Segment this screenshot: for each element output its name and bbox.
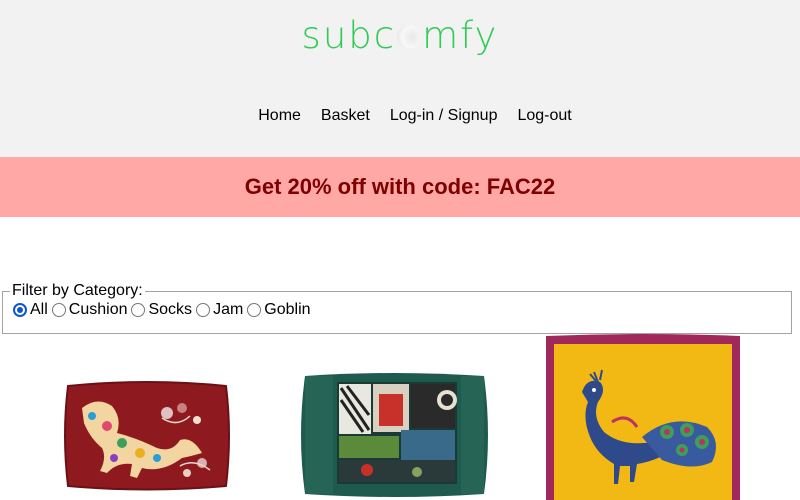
filter-label-socks: Socks: [148, 301, 193, 318]
filter-option-jam[interactable]: Jam: [196, 301, 243, 319]
logo-moon-icon: [397, 25, 422, 49]
radio-cushion[interactable]: [51, 303, 66, 317]
product-card-1[interactable]: [62, 378, 232, 493]
filter-legend: Filter by Category:: [12, 282, 143, 299]
filter-label-goblin: Goblin: [264, 301, 311, 318]
category-filter: Filter by Category: All Cushion Socks Ja…: [2, 282, 792, 334]
red-tiger-cushion-image[interactable]: [62, 378, 232, 493]
radio-socks[interactable]: [131, 303, 146, 317]
filter-options: All Cushion Socks Jam Goblin: [13, 301, 781, 319]
filter-option-all[interactable]: All: [13, 301, 48, 319]
peacock-cushion-image[interactable]: [542, 332, 744, 500]
filter-label-jam: Jam: [213, 301, 244, 318]
site-header: subc mfy Home Basket Log-in / Signup Log-…: [0, 0, 800, 157]
product-card-3[interactable]: [542, 332, 744, 500]
promo-text: Get 20% off with code: FAC22: [244, 174, 556, 199]
radio-goblin[interactable]: [247, 303, 262, 317]
main-nav: Home Basket Log-in / Signup Log-out: [0, 107, 800, 125]
filter-option-socks[interactable]: Socks: [131, 301, 192, 319]
patchwork-cushion-image[interactable]: [297, 370, 492, 500]
promo-banner: Get 20% off with code: FAC22: [0, 157, 800, 217]
filter-option-cushion[interactable]: Cushion: [51, 301, 128, 319]
nav-basket-link[interactable]: Basket: [321, 107, 370, 125]
logo-text-left: subc: [301, 14, 397, 57]
nav-login-signup-link[interactable]: Log-in / Signup: [390, 107, 498, 125]
filter-option-goblin[interactable]: Goblin: [247, 301, 311, 319]
filter-label-all: All: [30, 301, 48, 318]
logo-text-right: mfy: [422, 14, 499, 57]
nav-logout-link[interactable]: Log-out: [517, 107, 571, 125]
nav-home-link[interactable]: Home: [258, 107, 301, 125]
filter-label-cushion: Cushion: [68, 301, 128, 318]
radio-jam[interactable]: [196, 303, 211, 317]
site-logo[interactable]: subc mfy: [0, 14, 800, 57]
radio-all[interactable]: [13, 303, 27, 317]
product-card-2[interactable]: [297, 370, 492, 500]
